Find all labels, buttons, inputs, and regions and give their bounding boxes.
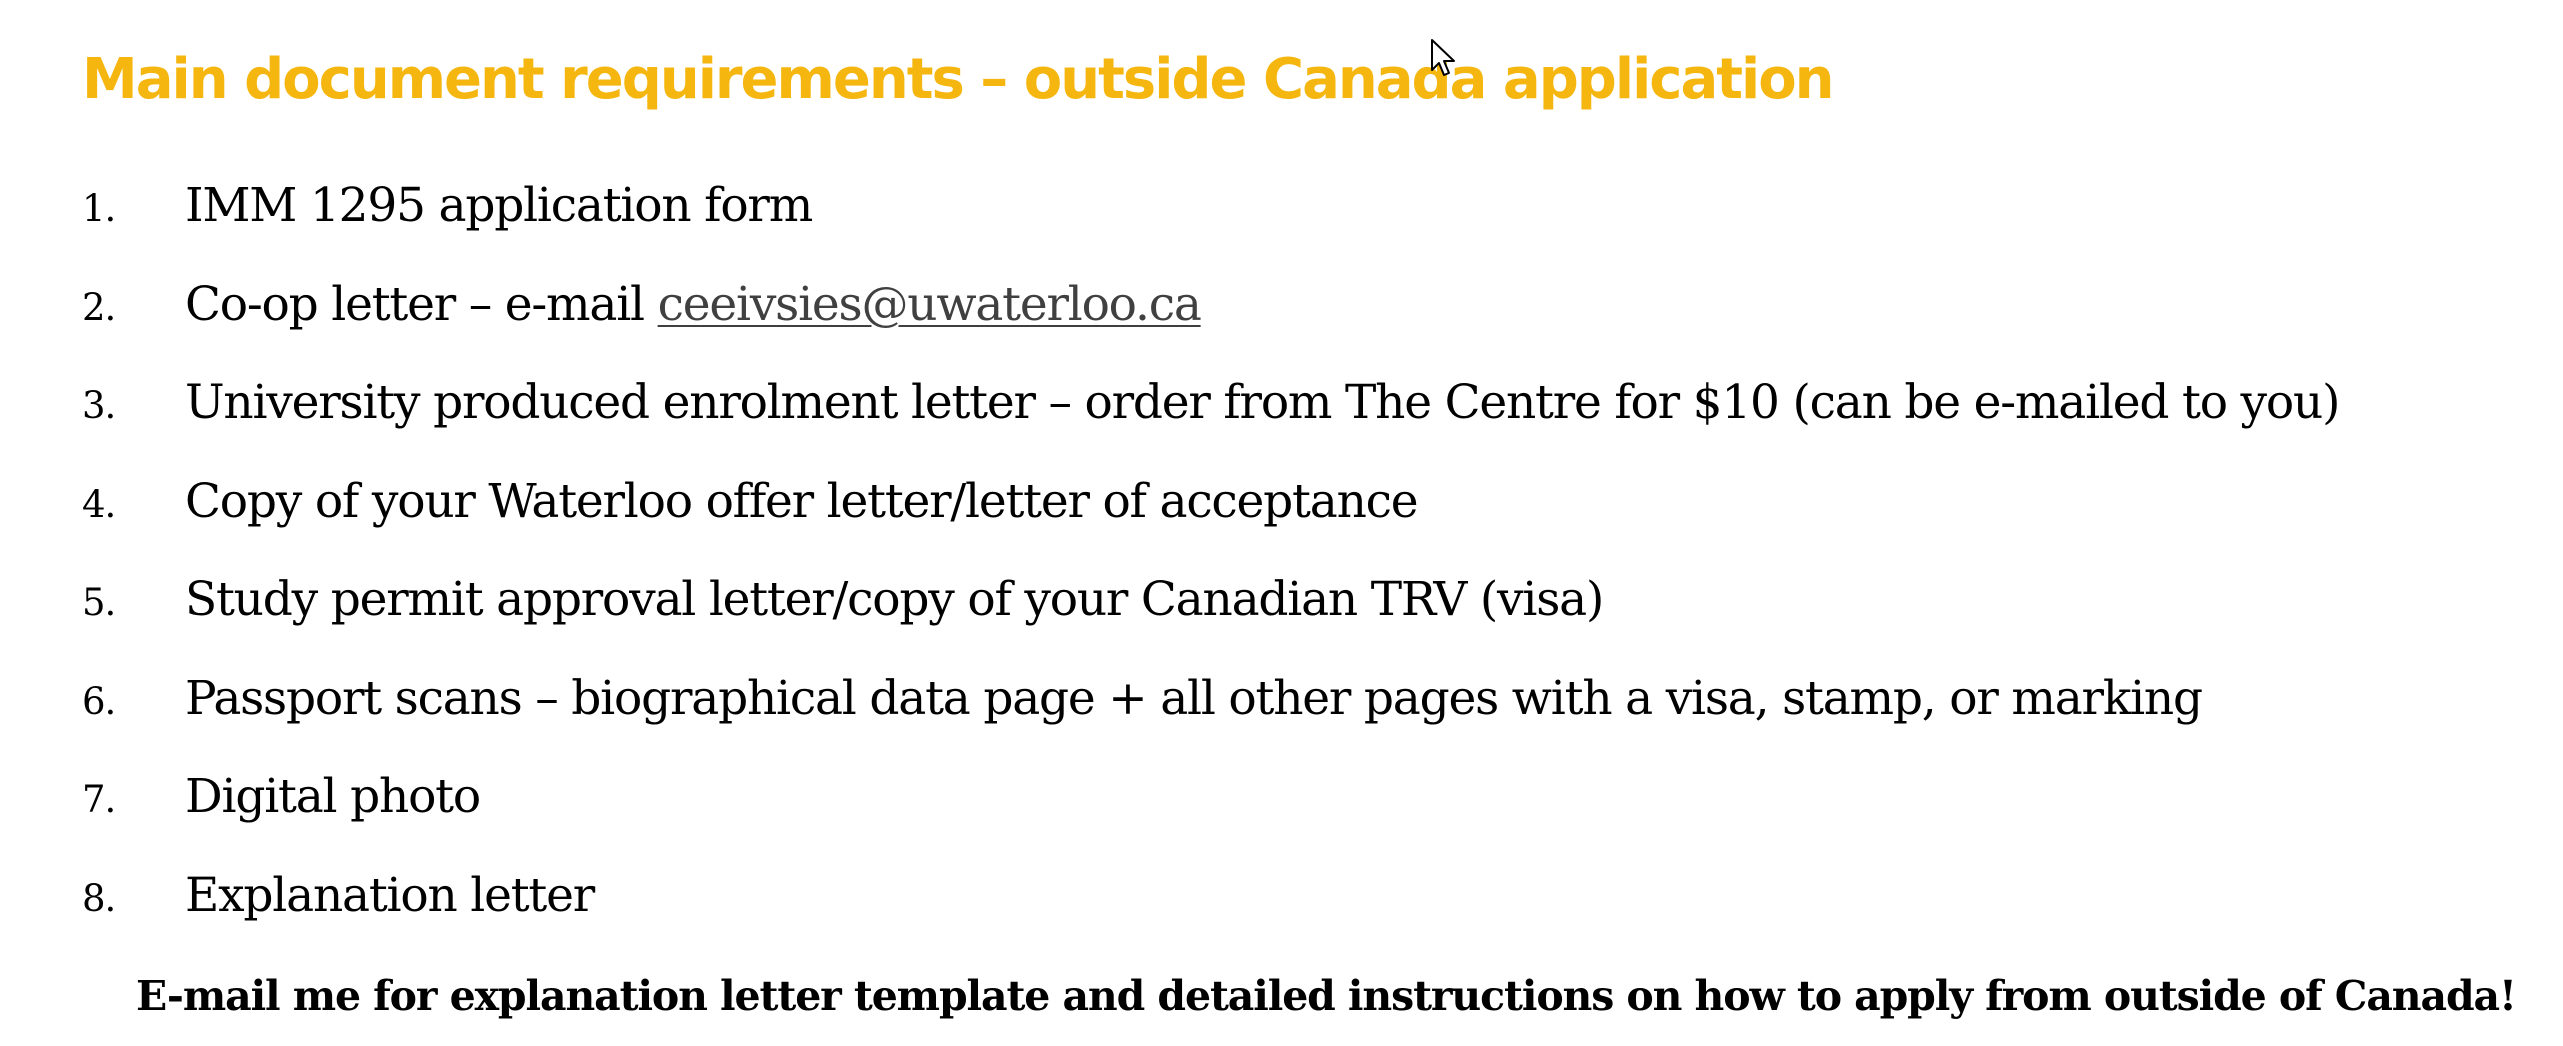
list-item: 2. Co-op letter – e-mail ceeivsies@uwate…: [82, 277, 2339, 376]
list-item-number: 4.: [82, 482, 116, 526]
list-item-text: Co-op letter – e-mail: [185, 276, 658, 332]
slide: Main document requirements – outside Can…: [0, 0, 2563, 1046]
list-item-number: 2.: [82, 285, 116, 329]
list-item-text: Explanation letter: [185, 867, 595, 923]
list-item-number: 8.: [82, 876, 116, 920]
list-item-content: Co-op letter – e-mail ceeivsies@uwaterlo…: [185, 276, 1202, 332]
list-item-number: 1.: [82, 187, 116, 230]
list-item: 8. Explanation letter: [82, 868, 2339, 967]
list-item-text: IMM 1295 application form: [185, 178, 813, 233]
list-item-number: 7.: [82, 778, 116, 821]
list-item-text: Copy of your Waterloo offer letter/lette…: [185, 473, 1419, 529]
list-item-text: Passport scans – biographical data page …: [185, 670, 2203, 726]
list-item-number: 5.: [82, 581, 116, 624]
list-item-number: 6.: [82, 679, 116, 723]
list-item: 3. University produced enrolment letter …: [82, 375, 2340, 474]
email-link[interactable]: ceeivsies@uwaterloo.ca: [658, 277, 1202, 332]
list-item-text: University produced enrolment letter – o…: [185, 375, 2340, 430]
footer-note: E-mail me for explanation letter templat…: [136, 972, 2517, 1020]
list-item-text: Study permit approval letter/copy of you…: [185, 572, 1604, 627]
list-item-text: Digital photo: [185, 769, 481, 824]
list-item: 6. Passport scans – biographical data pa…: [82, 671, 2339, 770]
list-item: 4. Copy of your Waterloo offer letter/le…: [82, 474, 2339, 573]
list-item: 1. IMM 1295 application form: [82, 178, 2339, 277]
list-item: 5. Study permit approval letter/copy of …: [82, 572, 2339, 671]
list-item: 7. Digital photo: [82, 769, 2339, 868]
slide-title: Main document requirements – outside Can…: [82, 47, 1835, 112]
requirements-list: 1. IMM 1295 application form 2. Co-op le…: [82, 178, 2340, 967]
list-item-number: 3.: [82, 384, 116, 427]
mouse-pointer-icon: [1431, 39, 1455, 76]
